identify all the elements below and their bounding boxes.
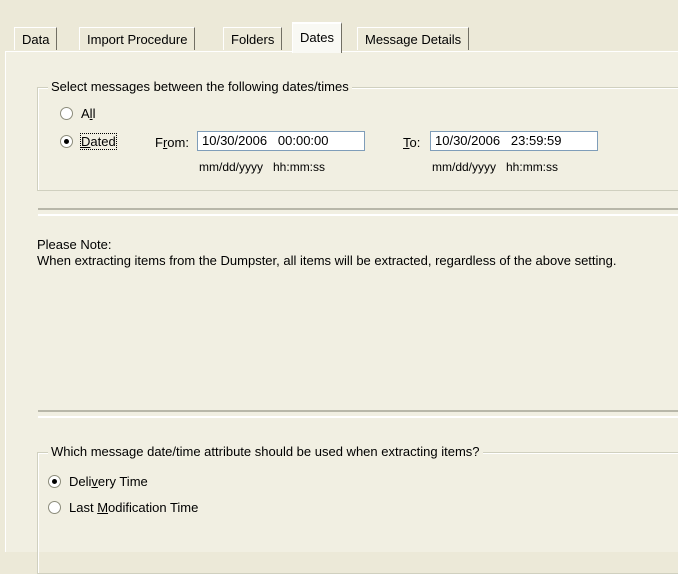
radio-all-indicator[interactable] (60, 107, 73, 121)
radio-dated-label: Dated (80, 133, 117, 150)
tab-data[interactable]: Data (14, 27, 58, 50)
section-divider (38, 208, 678, 216)
to-datetime-input[interactable]: 10/30/2006 23:59:59 (430, 131, 598, 151)
tab-panel: Select messages between the following da… (5, 51, 678, 574)
radio-last-modification-time-label: Last Modification Time (69, 500, 199, 515)
radio-all[interactable]: All (60, 105, 95, 123)
note-text: When extracting items from the Dumpster,… (37, 253, 617, 268)
radio-last-modification-time-indicator[interactable] (48, 501, 61, 515)
from-label: From: (155, 135, 189, 150)
tab-folders[interactable]: Folders (223, 27, 283, 50)
tab-message-details[interactable]: Message Details (357, 27, 470, 50)
section-divider (38, 410, 678, 418)
tab-label: Folders (231, 32, 275, 47)
tab-import-procedure[interactable]: Import Procedure (79, 27, 196, 50)
radio-last-modification-time[interactable]: Last Modification Time (48, 499, 198, 517)
radio-delivery-time-label: Delivery Time (69, 474, 148, 489)
from-format-hint: mm/dd/yyyy hh:mm:ss (199, 160, 326, 174)
tab-strip: Data Import Procedure Folders Dates Mess… (0, 0, 678, 53)
tab-label: Import Procedure (87, 32, 188, 47)
radio-delivery-time[interactable]: Delivery Time (48, 473, 148, 491)
date-attribute-legend: Which message date/time attribute should… (48, 444, 483, 459)
from-datetime-input[interactable]: 10/30/2006 00:00:00 (197, 131, 365, 151)
radio-delivery-time-indicator[interactable] (48, 475, 61, 489)
date-attribute-group: Which message date/time attribute should… (37, 444, 678, 574)
date-range-group: Select messages between the following da… (37, 79, 678, 191)
tab-label: Message Details (365, 32, 462, 47)
radio-dated[interactable]: Dated (60, 133, 117, 151)
to-format-hint: mm/dd/yyyy hh:mm:ss (432, 160, 559, 174)
tab-label: Dates (300, 30, 334, 45)
note-title: Please Note: (37, 237, 112, 252)
dumpster-note: Please Note: When extracting items from … (37, 237, 667, 269)
date-range-legend: Select messages between the following da… (48, 79, 352, 94)
tab-label: Data (22, 32, 50, 47)
radio-all-label: All (81, 106, 96, 121)
to-label: To: (403, 135, 421, 150)
tab-dates[interactable]: Dates (292, 22, 342, 53)
radio-dated-indicator[interactable] (60, 135, 73, 149)
